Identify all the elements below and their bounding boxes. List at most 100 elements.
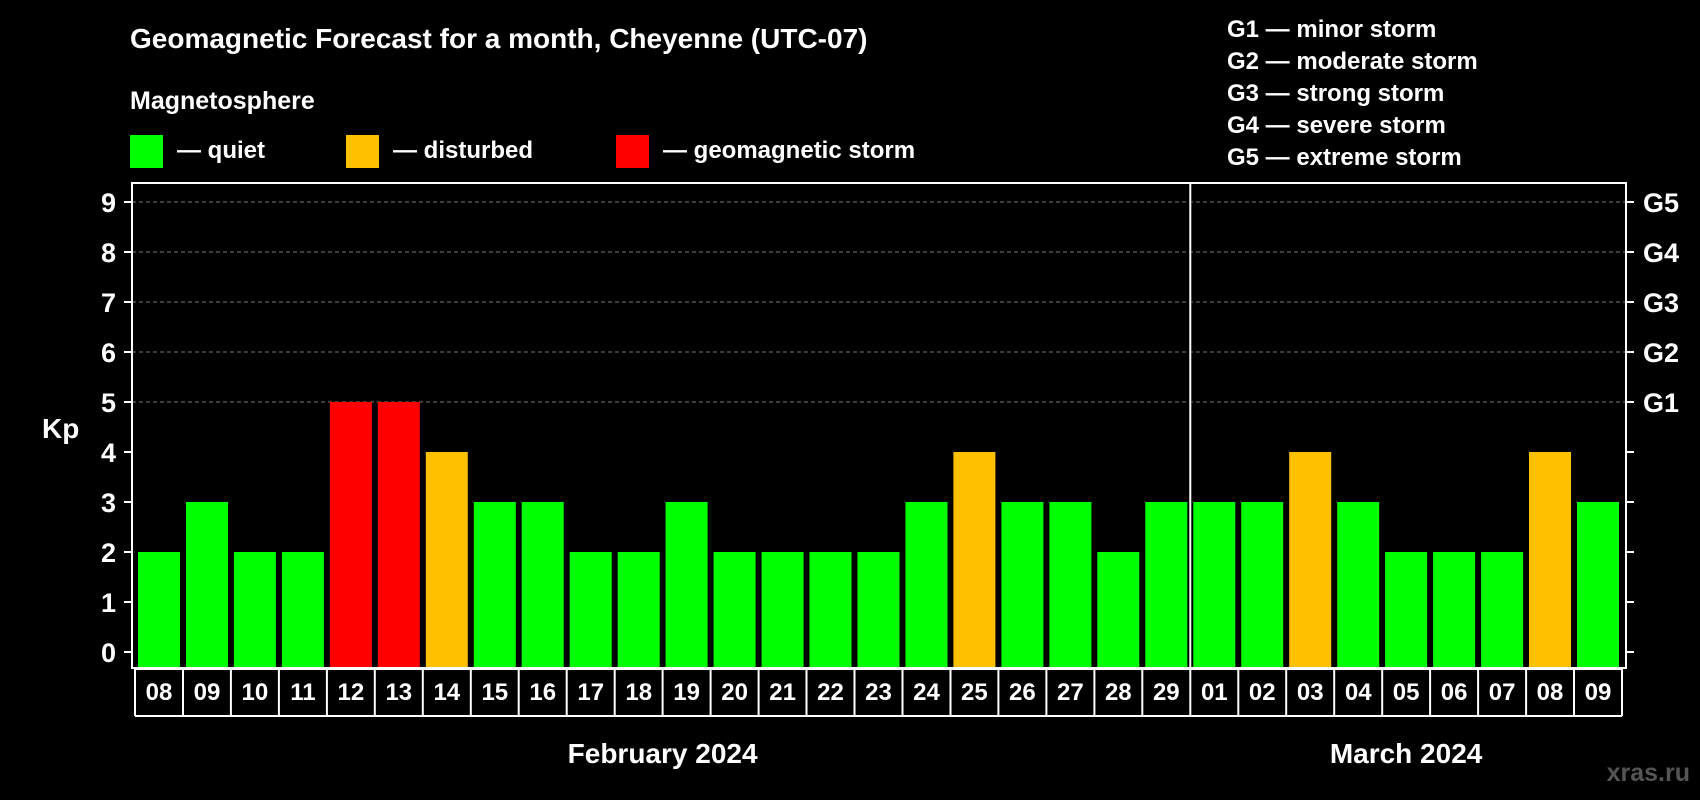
bar-21 bbox=[1145, 502, 1188, 667]
day-label-1: 09 bbox=[194, 679, 221, 706]
day-label-7: 15 bbox=[481, 679, 508, 706]
bar-27 bbox=[1433, 552, 1476, 667]
bar-4 bbox=[329, 402, 372, 667]
legend-swatch-storm bbox=[616, 135, 649, 168]
bar-8 bbox=[521, 502, 564, 667]
legend: — quiet — disturbed — geomagnetic storm bbox=[130, 135, 915, 168]
legend-heading: Magnetosphere bbox=[130, 87, 315, 115]
day-label-10: 18 bbox=[625, 679, 652, 706]
day-label-0: 08 bbox=[146, 679, 173, 706]
bar-29 bbox=[1529, 452, 1571, 667]
g-scale-label-g3: G3 bbox=[1643, 288, 1679, 318]
storm-scale-g3: G3 — strong storm bbox=[1227, 80, 1444, 107]
day-label-15: 23 bbox=[865, 679, 892, 706]
day-label-30: 09 bbox=[1585, 679, 1612, 706]
month-label-1: March 2024 bbox=[1330, 738, 1483, 769]
ytick-label-7: 7 bbox=[101, 288, 116, 318]
day-label-18: 26 bbox=[1009, 679, 1036, 706]
bar-16 bbox=[905, 502, 948, 667]
gridlines bbox=[132, 201, 1626, 403]
day-label-20: 28 bbox=[1105, 679, 1132, 706]
month-labels: February 2024 March 2024 bbox=[568, 738, 1483, 769]
storm-scale-g4: G4 — severe storm bbox=[1227, 112, 1446, 139]
bar-9 bbox=[569, 552, 612, 667]
day-label-27: 06 bbox=[1441, 679, 1468, 706]
bar-28 bbox=[1481, 552, 1524, 667]
ytick-label-4: 4 bbox=[101, 438, 116, 468]
y-axis-label: Kp bbox=[42, 413, 79, 444]
ytick-label-6: 6 bbox=[101, 338, 116, 368]
bar-5 bbox=[377, 402, 420, 667]
day-label-13: 21 bbox=[769, 679, 796, 706]
day-label-28: 07 bbox=[1489, 679, 1516, 706]
g-scale-label-g5: G5 bbox=[1643, 188, 1679, 218]
storm-scale-legend: G1 — minor storm G2 — moderate storm G3 … bbox=[1227, 16, 1478, 171]
bar-11 bbox=[665, 502, 708, 667]
geomagnetic-chart: Geomagnetic Forecast for a month, Cheyen… bbox=[42, 16, 1690, 787]
ytick-label-9: 9 bbox=[101, 188, 116, 218]
day-label-12: 20 bbox=[721, 679, 748, 706]
bar-23 bbox=[1241, 502, 1284, 667]
legend-label-quiet: — quiet bbox=[177, 137, 265, 164]
day-label-3: 11 bbox=[290, 679, 315, 706]
legend-swatch-quiet bbox=[130, 135, 163, 168]
ytick-label-3: 3 bbox=[101, 488, 116, 518]
day-label-9: 17 bbox=[577, 679, 604, 706]
day-label-14: 22 bbox=[817, 679, 844, 706]
storm-scale-g2: G2 — moderate storm bbox=[1227, 48, 1478, 75]
day-label-8: 16 bbox=[529, 679, 556, 706]
bar-25 bbox=[1337, 502, 1380, 667]
bar-3 bbox=[281, 552, 324, 667]
storm-scale-g5: G5 — extreme storm bbox=[1227, 144, 1462, 171]
bar-19 bbox=[1049, 502, 1092, 667]
ytick-label-2: 2 bbox=[101, 538, 116, 568]
day-label-26: 05 bbox=[1393, 679, 1420, 706]
ytick-label-0: 0 bbox=[101, 638, 116, 668]
day-label-24: 03 bbox=[1297, 679, 1324, 706]
bar-18 bbox=[1001, 502, 1044, 667]
bars bbox=[138, 402, 1619, 667]
day-label-6: 14 bbox=[433, 679, 460, 706]
day-label-16: 24 bbox=[913, 679, 940, 706]
legend-swatch-disturbed bbox=[346, 135, 379, 168]
ytick-label-8: 8 bbox=[101, 238, 116, 268]
day-label-21: 29 bbox=[1153, 679, 1180, 706]
right-axis-g-scale: G1 G2 G3 G4 G5 bbox=[1643, 188, 1679, 418]
bar-0 bbox=[138, 552, 180, 667]
bar-6 bbox=[425, 452, 468, 667]
legend-label-disturbed: — disturbed bbox=[393, 137, 533, 164]
bar-15 bbox=[857, 552, 900, 667]
g-scale-label-g2: G2 bbox=[1643, 338, 1679, 368]
g-scale-label-g1: G1 bbox=[1643, 388, 1679, 418]
day-label-25: 04 bbox=[1345, 679, 1372, 706]
bar-30 bbox=[1577, 502, 1619, 667]
bar-10 bbox=[617, 552, 660, 667]
day-label-5: 13 bbox=[385, 679, 412, 706]
g-scale-label-g4: G4 bbox=[1643, 238, 1679, 268]
watermark: xras.ru bbox=[1607, 759, 1690, 787]
chart-title: Geomagnetic Forecast for a month, Cheyen… bbox=[130, 23, 867, 54]
bar-24 bbox=[1289, 452, 1332, 667]
ytick-label-5: 5 bbox=[101, 388, 116, 418]
storm-scale-g1: G1 — minor storm bbox=[1227, 16, 1436, 43]
day-label-23: 02 bbox=[1249, 679, 1276, 706]
day-label-4: 12 bbox=[338, 679, 365, 706]
legend-label-storm: — geomagnetic storm bbox=[663, 137, 915, 164]
bar-14 bbox=[809, 552, 852, 667]
ytick-label-1: 1 bbox=[101, 588, 116, 618]
day-label-19: 27 bbox=[1057, 679, 1084, 706]
bar-17 bbox=[953, 452, 996, 667]
bar-12 bbox=[713, 552, 756, 667]
day-label-2: 10 bbox=[242, 679, 269, 706]
day-label-11: 19 bbox=[673, 679, 700, 706]
bar-26 bbox=[1385, 552, 1428, 667]
day-label-29: 08 bbox=[1537, 679, 1564, 706]
bar-13 bbox=[761, 552, 804, 667]
bar-1 bbox=[186, 502, 228, 667]
bar-22 bbox=[1193, 502, 1236, 667]
bar-2 bbox=[233, 552, 276, 667]
bar-20 bbox=[1097, 552, 1140, 667]
day-label-22: 01 bbox=[1201, 679, 1228, 706]
bar-7 bbox=[473, 502, 516, 667]
day-label-17: 25 bbox=[961, 679, 988, 706]
